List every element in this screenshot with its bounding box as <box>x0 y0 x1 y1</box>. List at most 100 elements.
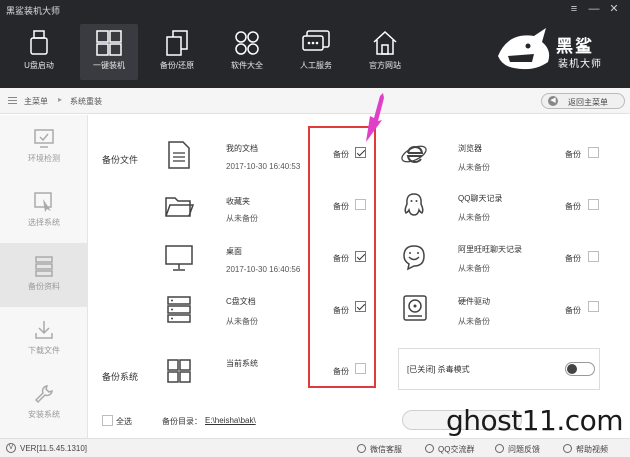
back-arrow-icon: ◀ <box>548 96 558 106</box>
item-name-desktop: 桌面 <box>226 247 242 256</box>
window-title: 黑鲨装机大师 <box>6 6 61 16</box>
sidebar-item-label: 下载文件 <box>28 346 60 355</box>
backup-label: 备份 <box>565 254 581 263</box>
usb-icon <box>30 30 48 55</box>
sidebar-item-env-check[interactable]: 环境检测 <box>0 115 88 179</box>
apps-grid-icon <box>235 31 259 55</box>
wechat-support-link[interactable]: 微信客服 <box>357 444 402 455</box>
nav-label: 备份/还原 <box>159 61 195 70</box>
sidebar-item-label: 环境检测 <box>28 154 60 163</box>
nav-manual-service[interactable]: 人工服务 <box>287 24 345 80</box>
home-icon <box>373 30 397 55</box>
link-label: QQ交流群 <box>438 445 475 454</box>
chat-icon <box>302 30 330 51</box>
item-name-c-drive-docs: C盘文档 <box>226 297 256 306</box>
site-watermark: ghost11.com <box>446 404 624 437</box>
wechat-icon <box>357 444 366 453</box>
minimize-icon[interactable]: — <box>586 2 602 16</box>
nav-backup-restore[interactable]: 备份/还原 <box>148 24 206 80</box>
item-name-wangwang-chat: 阿里旺旺聊天记录 <box>458 245 522 254</box>
nav-one-click-install[interactable]: 一键装机 <box>80 24 138 80</box>
antivirus-mode-label: [已关闭] 杀毒模式 <box>407 365 470 374</box>
windows-icon <box>96 30 122 56</box>
database-icon <box>35 256 53 277</box>
qq-group-link[interactable]: QQ交流群 <box>425 444 474 455</box>
version-text: VER[11.5.45.1310] <box>20 444 88 453</box>
backup-dir-label: 备份目录： <box>162 417 202 426</box>
breadcrumb-current: 系统重装 <box>70 97 102 106</box>
breadcrumb-root[interactable]: 主菜单 <box>24 96 48 107</box>
feedback-link[interactable]: 问题反馈 <box>495 444 540 455</box>
feedback-icon <box>495 444 504 453</box>
sidebar-item-install[interactable]: 安装系统 <box>0 371 88 435</box>
pointer-arrow-icon <box>366 93 384 142</box>
item-sub-c-drive-docs: 从未备份 <box>226 317 258 326</box>
select-all-checkbox[interactable] <box>102 415 113 426</box>
item-sub-desktop: 2017-10-30 16:40:56 <box>226 265 301 274</box>
breadcrumb-separator-icon: ▸ <box>58 95 63 104</box>
nav-label: 人工服务 <box>300 61 332 70</box>
back-button-label: 返回主菜单 <box>568 98 608 107</box>
logo-line1: 黑鲨 <box>556 37 594 56</box>
cursor-select-icon <box>34 192 52 212</box>
checkbox-qq-chat[interactable] <box>588 199 599 210</box>
sidebar-item-download[interactable]: 下载文件 <box>0 307 88 371</box>
backup-dir-link[interactable]: E:\heisha\bak\ <box>205 416 256 425</box>
checkbox-browser[interactable] <box>588 147 599 158</box>
toggle-knob <box>567 364 577 374</box>
nav-software[interactable]: 软件大全 <box>218 24 276 80</box>
folder-icon <box>165 197 194 217</box>
status-bar: V VER[11.5.45.1310] 微信客服 QQ交流群 问题反馈 帮助视频 <box>0 438 630 457</box>
qq-group-icon <box>425 444 434 453</box>
wangwang-icon <box>403 245 425 271</box>
item-sub-favorites: 从未备份 <box>226 214 258 223</box>
sidebar-item-label: 选择系统 <box>28 218 60 227</box>
ie-browser-icon <box>401 145 427 164</box>
back-to-main-button[interactable]: ◀ 返回主菜单 <box>541 93 625 109</box>
menu-lines-icon <box>8 97 17 106</box>
item-name-current-system: 当前系统 <box>226 359 258 368</box>
checkbox-wangwang-chat[interactable] <box>588 251 599 262</box>
monitor-check-icon <box>34 129 54 148</box>
download-icon <box>35 321 53 339</box>
nav-label: 一键装机 <box>93 61 125 70</box>
item-sub-wangwang-chat: 从未备份 <box>458 264 490 273</box>
item-name-my-documents: 我的文档 <box>226 144 258 153</box>
item-sub-browser: 从未备份 <box>458 163 490 172</box>
antivirus-mode-panel: [已关闭] 杀毒模式 <box>398 348 600 390</box>
backup-label: 备份 <box>565 202 581 211</box>
item-name-hardware-driver: 硬件驱动 <box>458 297 490 306</box>
antivirus-mode-toggle[interactable] <box>565 362 595 376</box>
document-icon <box>168 141 190 169</box>
help-video-link[interactable]: 帮助视频 <box>563 444 608 455</box>
sidebar-item-backup[interactable]: 备份资料 <box>0 243 88 307</box>
qq-icon <box>404 193 424 216</box>
item-name-favorites: 收藏夹 <box>226 197 250 206</box>
section-backup-files: 备份文件 <box>102 155 139 165</box>
version-icon: V <box>6 443 16 453</box>
nav-usb-boot[interactable]: U盘启动 <box>10 24 68 80</box>
backup-restore-icon <box>166 30 188 56</box>
item-name-qq-chat: QQ聊天记录 <box>458 194 503 203</box>
windows-icon <box>167 359 191 383</box>
item-sub-my-documents: 2017-10-30 16:40:53 <box>226 162 301 171</box>
shark-logo-icon <box>498 28 550 70</box>
nav-label: U盘启动 <box>24 61 54 70</box>
nav-official-site[interactable]: 官方网站 <box>356 24 414 80</box>
nav-label: 官方网站 <box>369 61 401 70</box>
checkbox-hardware-driver[interactable] <box>588 301 599 312</box>
breadcrumb: 主菜单 ▸ 系统重装 ◀ 返回主菜单 <box>0 88 630 114</box>
menu-icon[interactable]: ≡ <box>566 2 582 16</box>
link-label: 帮助视频 <box>576 445 608 454</box>
close-icon[interactable]: ✕ <box>606 2 622 16</box>
item-sub-qq-chat: 从未备份 <box>458 213 490 222</box>
link-label: 问题反馈 <box>508 445 540 454</box>
sidebar-item-select-system[interactable]: 选择系统 <box>0 179 88 243</box>
top-header: 黑鲨装机大师 ≡ — ✕ U盘启动 一键装机 备份/还原 软件大全 人工服务 官… <box>0 0 630 88</box>
sidebar-item-label: 安装系统 <box>28 410 60 419</box>
backup-label: 备份 <box>565 306 581 315</box>
select-all-label: 全选 <box>116 417 132 426</box>
wrench-icon <box>34 385 53 404</box>
item-name-browser: 浏览器 <box>458 144 482 153</box>
link-label: 微信客服 <box>370 445 402 454</box>
